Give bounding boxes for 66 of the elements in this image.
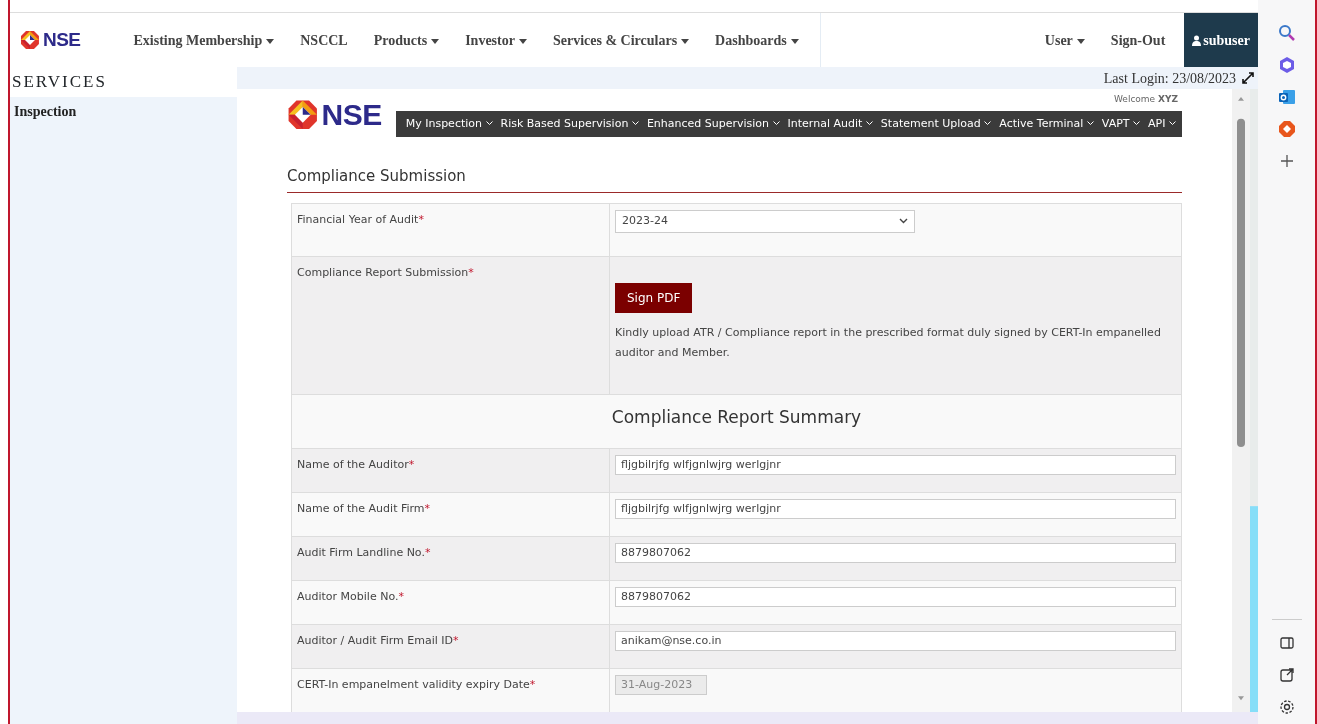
welcome-text: Welcome XYZ [1114, 94, 1178, 105]
menu-item[interactable]: Risk Based Supervision [500, 115, 639, 133]
sidebar-panel-icon[interactable] [1277, 634, 1296, 652]
user-icon [1192, 34, 1202, 46]
dropdown-field[interactable]: 2023-24 [615, 209, 915, 233]
chevron-icon [1133, 121, 1141, 127]
menu-item[interactable]: Enhanced Supervision [646, 115, 780, 133]
field-label: Name of the Auditor [297, 457, 409, 471]
menu-item[interactable]: Internal Audit [787, 115, 873, 133]
input-field[interactable]: 8879807062 [615, 586, 1176, 607]
field-label: Name of the Audit Firm [297, 501, 425, 515]
required-mark: * [418, 212, 424, 226]
nav-link[interactable]: NSCCL [287, 29, 361, 51]
required-mark: * [424, 501, 431, 515]
chevron-icon [772, 121, 780, 127]
nav-link[interactable]: Sign-Out [1097, 29, 1179, 51]
sidebar-title: SERVICES [11, 71, 108, 93]
required-mark: * [408, 457, 415, 471]
expand-icon[interactable] [1242, 72, 1254, 84]
chevron-icon [1168, 121, 1176, 127]
chevron-icon [899, 218, 908, 224]
octagon-logo-icon[interactable] [1277, 120, 1296, 138]
field-label: Compliance Report Submission [297, 265, 469, 279]
sidebar-item[interactable]: Inspection [10, 97, 237, 126]
search-icon[interactable] [1277, 24, 1296, 42]
chevron-icon [631, 121, 639, 127]
field-label: Financial Year of Audit [297, 212, 419, 226]
hexagon-icon[interactable] [1277, 56, 1296, 74]
required-mark: * [398, 589, 404, 603]
menu-item[interactable]: API [1148, 115, 1176, 133]
input-field[interactable]: fljgbilrjfg wlfjgnlwjrg werlgjnr [615, 454, 1176, 475]
nav-link[interactable]: Products [360, 29, 453, 51]
last-login-text: Last Login: 23/08/2023 [1103, 69, 1236, 88]
input-field[interactable]: fljgbilrjfg wlfjgnlwjrg werlgjnr [615, 498, 1176, 519]
sign-pdf-button[interactable]: Sign PDF [615, 282, 693, 313]
field-label: Auditor Mobile No. [297, 589, 399, 603]
required-mark: * [424, 545, 431, 559]
input-field[interactable]: anikam@nse.co.in [615, 630, 1176, 651]
user-menu[interactable]: subuser [1184, 13, 1258, 67]
menu-item[interactable]: VAPT [1101, 115, 1141, 133]
menu-item[interactable]: Statement Upload [880, 115, 992, 133]
menu-item[interactable]: Active Terminal [999, 115, 1094, 133]
nav-link[interactable]: User [1031, 29, 1098, 51]
chevron-icon [865, 121, 873, 127]
settings-icon[interactable] [1277, 698, 1296, 716]
menu-item[interactable]: My Inspection [405, 115, 493, 133]
external-link-icon[interactable] [1277, 666, 1296, 684]
nav-link[interactable]: Services & Circulars [539, 29, 703, 51]
required-mark: * [529, 677, 536, 691]
chevron-icon [984, 121, 992, 127]
nse-logo: NSE [20, 25, 81, 55]
chevron-icon [1086, 121, 1094, 127]
field-label: Audit Firm Landline No. [297, 545, 425, 559]
required-mark: * [453, 633, 459, 647]
mail-icon[interactable] [1277, 88, 1296, 106]
nav-link[interactable]: Existing Membership [120, 29, 288, 51]
field-label: CERT-In empanelment validity expiry Date [297, 677, 530, 691]
nav-link[interactable]: Dashboards [702, 29, 812, 51]
nse-logo: NSE [287, 92, 382, 137]
required-mark: * [468, 265, 474, 279]
input-field[interactable]: 8879807062 [615, 542, 1176, 563]
chevron-icon [485, 121, 493, 127]
help-text: Kindly upload ATR / Compliance report in the prescribed format duly signed by CERT-In empanelled auditor and Member. [615, 324, 1162, 361]
section-title: Compliance Submission [287, 137, 1182, 193]
nav-link[interactable]: Investor [452, 29, 540, 51]
field-label: Auditor / Audit Firm Email ID [297, 633, 453, 647]
